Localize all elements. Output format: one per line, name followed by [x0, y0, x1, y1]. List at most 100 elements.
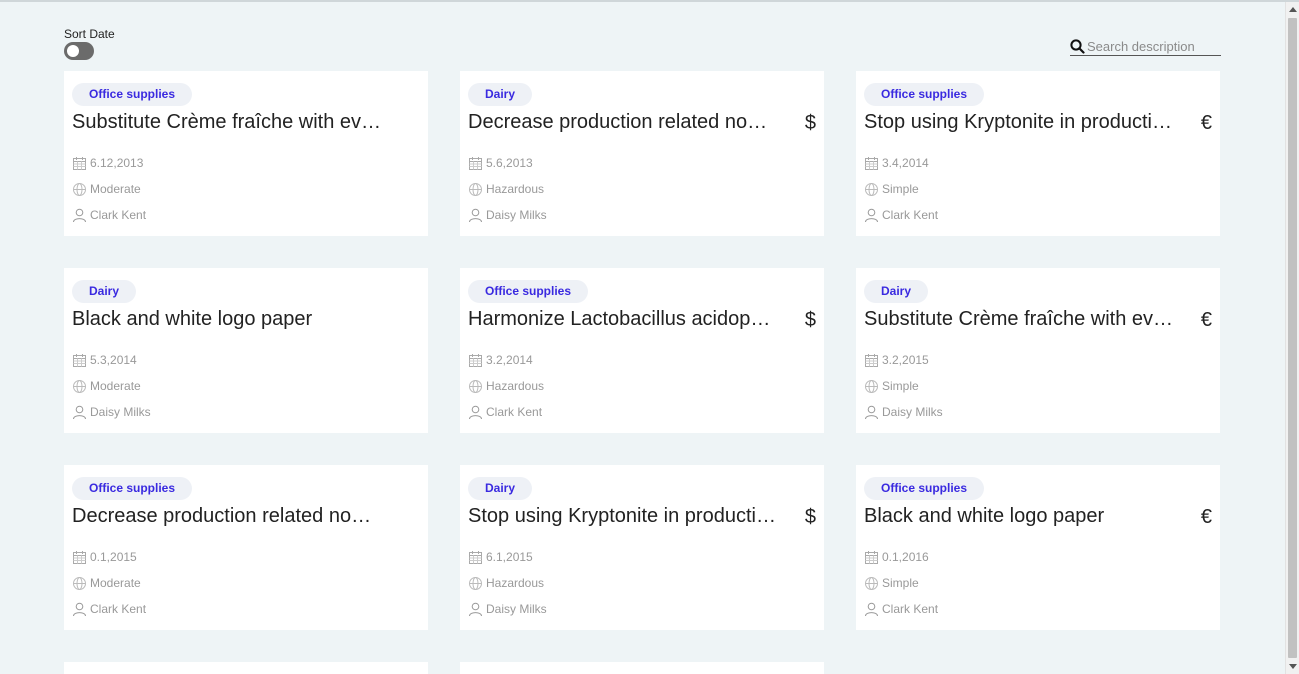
globe-icon: [469, 379, 482, 393]
person-text: Daisy Milks: [882, 405, 943, 419]
date-row: 5.3,2014: [72, 347, 420, 373]
difficulty-text: Moderate: [90, 576, 141, 590]
person-text: Clark Kent: [90, 602, 147, 616]
idea-card[interactable]: Office supplies Decrease production rela…: [64, 465, 428, 630]
card-title: Substitute Crème fraîche with evaporated…: [864, 307, 1174, 330]
card-title: Harmonize Lactobacillus acidophilus sour…: [468, 307, 778, 330]
calendar-icon: [469, 353, 482, 367]
scroll-up-icon[interactable]: [1289, 7, 1297, 12]
difficulty-text: Hazardous: [486, 182, 545, 196]
card-title: Substitute Crème fraîche with evaporated…: [72, 110, 382, 133]
category-tag: Office supplies: [72, 83, 193, 106]
sort-date-control: Sort Date: [64, 27, 115, 60]
currency-symbol: $: [804, 112, 816, 134]
search-bar: [1070, 38, 1221, 56]
person-row: Clark Kent: [468, 399, 816, 425]
date-text: 0.1,2016: [882, 550, 929, 564]
difficulty-row: Simple: [864, 373, 1212, 399]
difficulty-text: Hazardous: [486, 379, 545, 393]
category-tag: Office supplies: [864, 83, 985, 106]
user-icon: [469, 405, 482, 419]
idea-card[interactable]: Office supplies Stop using Kryptonite in…: [856, 71, 1220, 236]
sort-date-label: Sort Date: [64, 27, 115, 41]
date-row: 0.1,2016: [864, 544, 1212, 570]
globe-icon: [865, 182, 878, 196]
currency-symbol: €: [1200, 309, 1212, 331]
person-text: Daisy Milks: [90, 405, 151, 419]
card-title: Stop using Kryptonite in production: [864, 110, 1174, 133]
vertical-scrollbar[interactable]: [1285, 2, 1299, 674]
person-row: Clark Kent: [72, 202, 420, 228]
date-row: 3.2,2015: [864, 347, 1212, 373]
idea-card[interactable]: Office supplies Black and white logo pap…: [856, 465, 1220, 630]
card-title: Black and white logo paper: [864, 504, 1105, 527]
idea-card[interactable]: Office supplies Harmonize Lactobacillus …: [460, 268, 824, 433]
difficulty-text: Moderate: [90, 182, 141, 196]
difficulty-row: Moderate: [72, 373, 420, 399]
user-icon: [73, 602, 86, 616]
date-text: 0.1,2015: [90, 550, 137, 564]
date-row: 6.1,2015: [468, 544, 816, 570]
globe-icon: [469, 182, 482, 196]
user-icon: [865, 602, 878, 616]
toggle-knob: [67, 45, 79, 57]
difficulty-row: Simple: [864, 570, 1212, 596]
scroll-down-icon[interactable]: [1289, 664, 1297, 669]
date-text: 3.2,2015: [882, 353, 929, 367]
card-title: Decrease production related non-recyclab…: [72, 504, 382, 527]
person-row: Clark Kent: [72, 596, 420, 622]
difficulty-row: Moderate: [72, 570, 420, 596]
person-row: Clark Kent: [864, 596, 1212, 622]
card-title: Decrease production related non-recyclab…: [468, 110, 778, 133]
sort-date-toggle[interactable]: [64, 42, 94, 60]
date-row: 0.1,2015: [72, 544, 420, 570]
difficulty-row: Moderate: [72, 176, 420, 202]
user-icon: [73, 208, 86, 222]
globe-icon: [865, 576, 878, 590]
idea-card[interactable]: Office supplies Substitute Crème fraîche…: [64, 71, 428, 236]
calendar-icon: [469, 550, 482, 564]
category-tag: Office supplies: [468, 280, 589, 303]
category-tag: Office supplies: [864, 477, 985, 500]
person-row: Clark Kent: [864, 202, 1212, 228]
search-input[interactable]: [1087, 39, 1221, 54]
date-text: 5.6,2013: [486, 156, 533, 170]
date-text: 5.3,2014: [90, 353, 137, 367]
difficulty-text: Hazardous: [486, 576, 545, 590]
difficulty-row: Hazardous: [468, 176, 816, 202]
card-peek: [460, 662, 824, 674]
idea-card[interactable]: Dairy Substitute Crème fraîche with evap…: [856, 268, 1220, 433]
person-text: Daisy Milks: [486, 602, 547, 616]
category-tag: Dairy: [864, 280, 929, 303]
difficulty-row: Hazardous: [468, 373, 816, 399]
person-text: Clark Kent: [486, 405, 543, 419]
currency-symbol: $: [804, 309, 816, 331]
calendar-icon: [865, 156, 878, 170]
card-peek: [64, 662, 428, 674]
calendar-icon: [73, 353, 86, 367]
idea-card[interactable]: Dairy Decrease production related non-re…: [460, 71, 824, 236]
date-row: 3.4,2014: [864, 150, 1212, 176]
date-text: 3.2,2014: [486, 353, 533, 367]
category-tag: Dairy: [468, 83, 533, 106]
date-row: 5.6,2013: [468, 150, 816, 176]
card-title: Black and white logo paper: [72, 307, 313, 330]
date-row: 6.12,2013: [72, 150, 420, 176]
date-text: 6.1,2015: [486, 550, 533, 564]
globe-icon: [73, 379, 86, 393]
search-icon[interactable]: [1070, 39, 1086, 55]
card-title: Stop using Kryptonite in production: [468, 504, 778, 527]
currency-symbol: €: [1200, 112, 1212, 134]
currency-symbol: $: [804, 506, 816, 528]
date-text: 6.12,2013: [90, 156, 144, 170]
user-icon: [865, 405, 878, 419]
difficulty-text: Moderate: [90, 379, 141, 393]
idea-card[interactable]: Dairy Stop using Kryptonite in productio…: [460, 465, 824, 630]
person-row: Daisy Milks: [864, 399, 1212, 425]
person-text: Clark Kent: [882, 208, 939, 222]
calendar-icon: [469, 156, 482, 170]
scrollbar-thumb[interactable]: [1288, 18, 1297, 658]
difficulty-row: Hazardous: [468, 570, 816, 596]
category-tag: Dairy: [468, 477, 533, 500]
idea-card[interactable]: Dairy Black and white logo paper 5.3,201…: [64, 268, 428, 433]
